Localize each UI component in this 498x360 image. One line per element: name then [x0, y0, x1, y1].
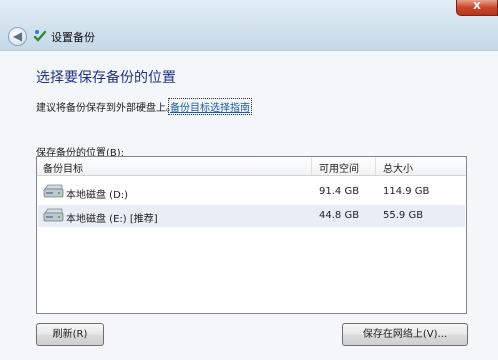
drive-name: 本地磁盘 (D:)	[66, 190, 129, 201]
table-row[interactable]: 本地磁盘 (E:) [推荐] 44.8 GB 55.9 GB	[38, 205, 465, 227]
back-button[interactable]: ◀	[8, 27, 27, 46]
column-divider[interactable]	[375, 157, 376, 175]
title-bar: X ◀ 设置备份	[0, 0, 498, 50]
column-header-free-space[interactable]: 可用空间	[319, 160, 359, 175]
page-heading: 选择要保存备份的位置	[36, 70, 176, 86]
column-header-total-size[interactable]: 总大小	[383, 160, 413, 175]
dialog-content: 选择要保存备份的位置 建议将备份保存到外部硬盘上。 备份目标选择指南 保存备份的…	[0, 50, 498, 360]
suggestion-text: 建议将备份保存到外部硬盘上。	[36, 103, 176, 114]
column-divider[interactable]	[311, 157, 312, 175]
backup-guide-link[interactable]: 备份目标选择指南	[168, 98, 252, 115]
backup-location-list[interactable]: 备份目标 可用空间 总大小 本地磁盘 (D:) 91.4 GB 114.9 GB	[36, 156, 467, 314]
refresh-button[interactable]: 刷新(R)	[36, 323, 104, 346]
free-space-value: 44.8 GB	[319, 210, 360, 221]
list-header: 备份目标 可用空间 总大小	[37, 157, 466, 176]
window-title: 设置备份	[51, 31, 95, 44]
drive-name: 本地磁盘 (E:) [推荐]	[66, 214, 158, 225]
hard-drive-icon	[43, 208, 64, 222]
total-size-value: 55.9 GB	[383, 210, 424, 221]
back-arrow-icon: ◀	[12, 29, 23, 43]
free-space-value: 91.4 GB	[319, 186, 360, 197]
close-button[interactable]: X	[456, 0, 498, 16]
save-on-network-button[interactable]: 保存在网络上(V)...	[342, 323, 468, 346]
backup-icon	[32, 28, 48, 44]
table-row[interactable]: 本地磁盘 (D:) 91.4 GB 114.9 GB	[38, 181, 465, 203]
hard-drive-icon	[43, 184, 64, 198]
column-header-target[interactable]: 备份目标	[43, 160, 83, 175]
total-size-value: 114.9 GB	[383, 186, 430, 197]
